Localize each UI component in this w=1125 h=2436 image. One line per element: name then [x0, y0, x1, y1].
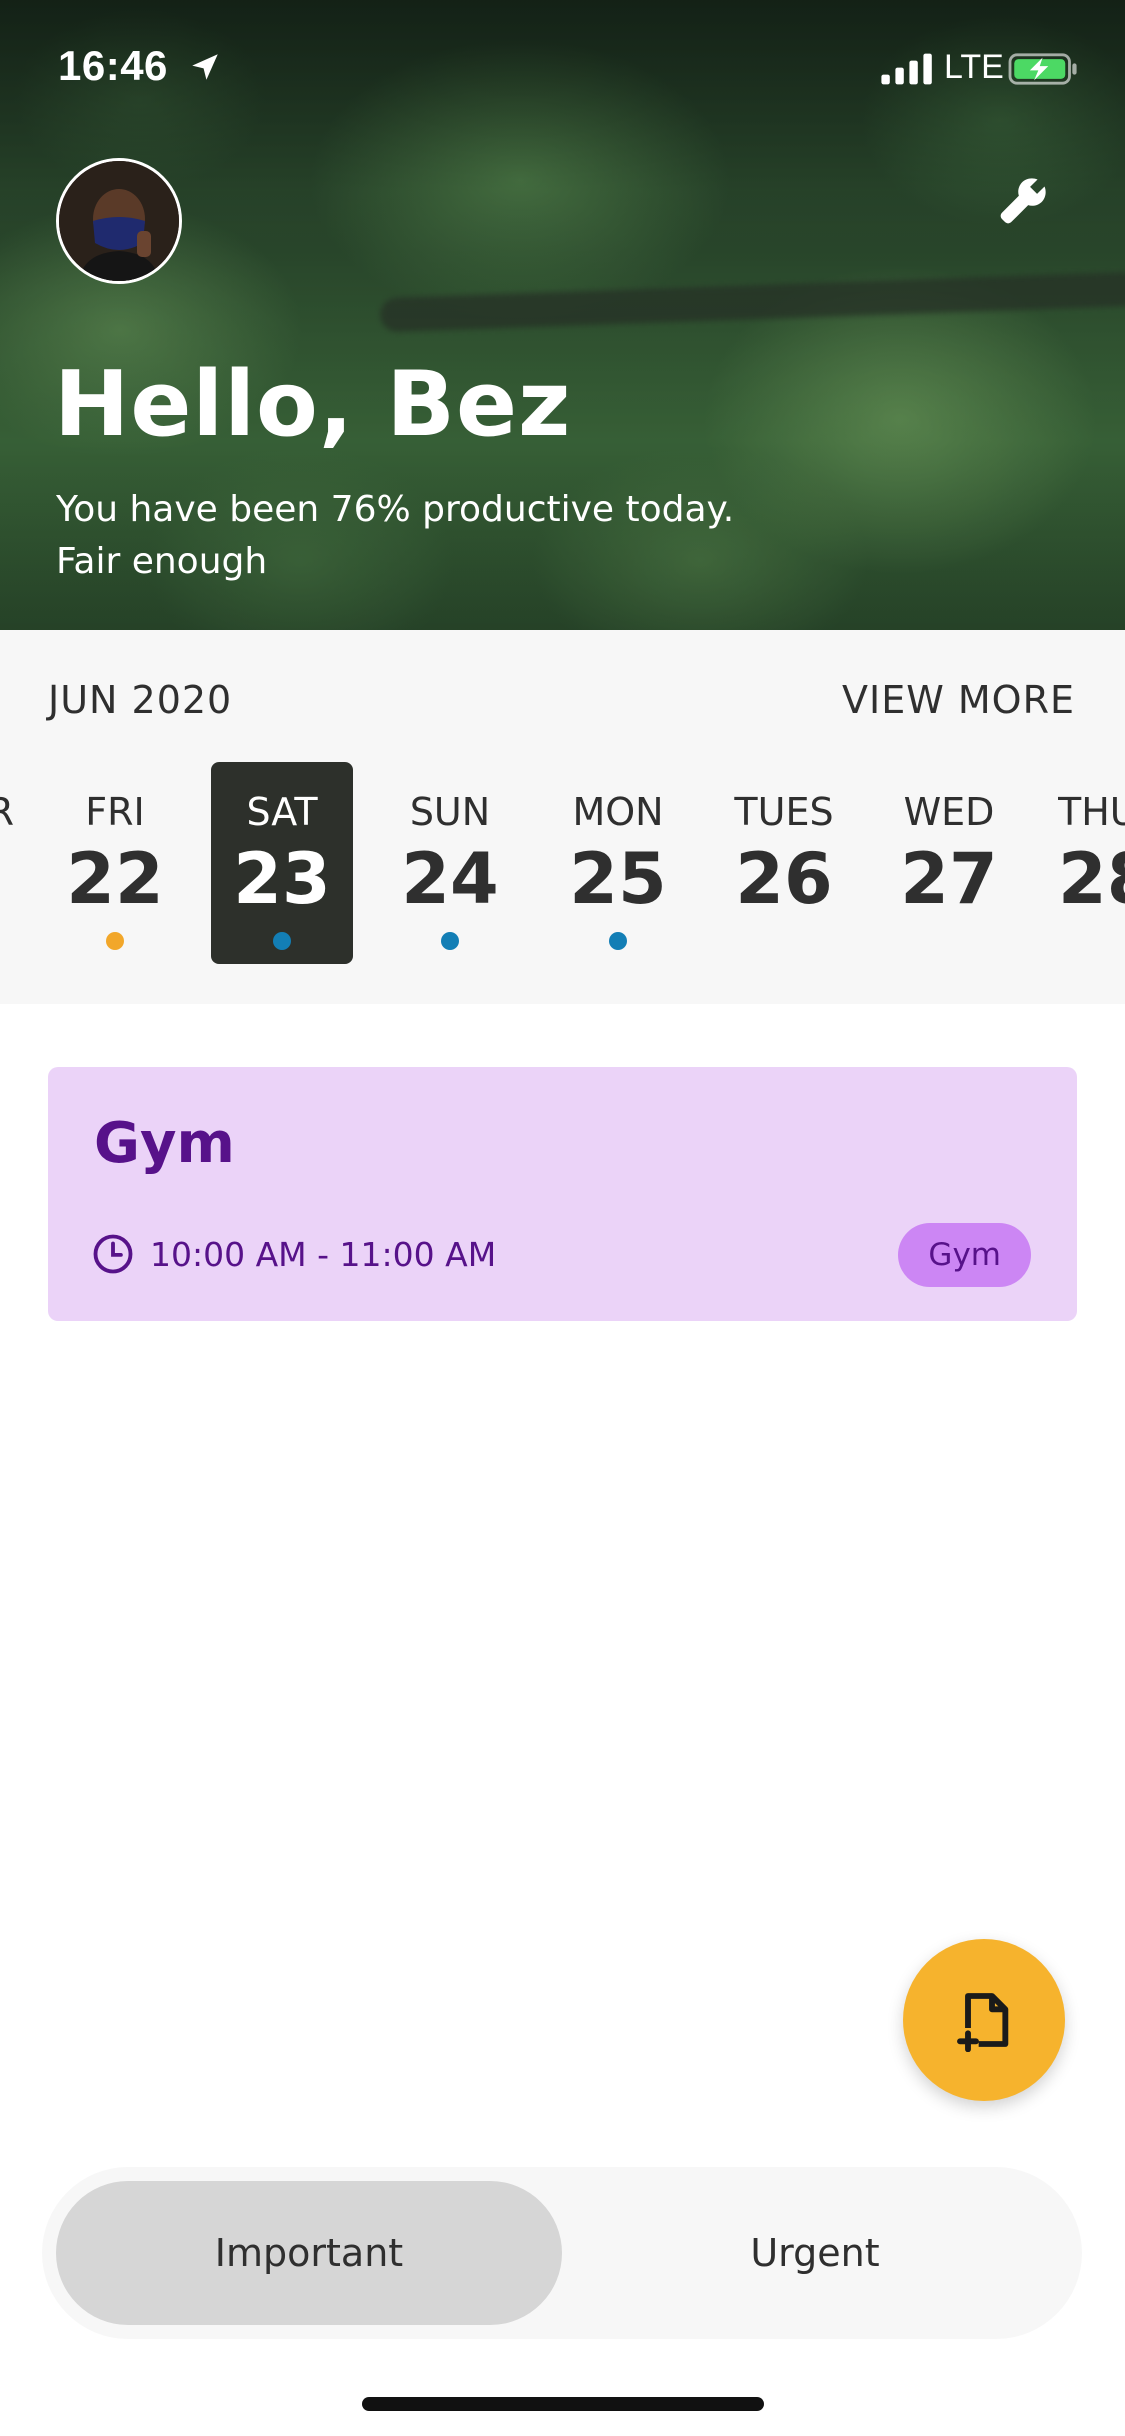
productivity-line: You have been 76% productive today.: [56, 489, 735, 530]
header-banner: 16:46 LTE Hello, Bez You have been 76% p…: [0, 0, 1125, 630]
greeting-title: Hello, Bez: [54, 352, 572, 457]
day-item-prev[interactable]: R: [0, 762, 14, 964]
day-name: WED: [903, 790, 995, 834]
tab-important[interactable]: Important: [56, 2181, 562, 2325]
day-name: SAT: [246, 790, 318, 834]
network-type: LTE: [944, 48, 1004, 86]
home-indicator[interactable]: [362, 2397, 764, 2411]
event-card[interactable]: Gym 10:00 AM - 11:00 AM Gym: [48, 1067, 1077, 1321]
event-dot: [441, 932, 459, 950]
week-calendar: JUN 2020 VIEW MORE R FRI 22 SAT 23 SUN 2…: [0, 630, 1125, 1004]
day-number: 25: [569, 838, 667, 920]
clock-icon: [93, 1234, 133, 1274]
new-document-icon: [957, 1993, 1009, 2052]
day-name: THU: [1058, 790, 1125, 834]
day-name: R: [0, 790, 14, 834]
day-name: MON: [572, 790, 664, 834]
day-name: TUES: [734, 790, 834, 834]
day-item-tues[interactable]: TUES 26: [713, 762, 855, 964]
battery-charging-icon: [1008, 53, 1077, 85]
day-number: 24: [401, 838, 499, 920]
day-item-sun[interactable]: SUN 24: [379, 762, 521, 964]
day-item-thu[interactable]: THU 28: [1058, 762, 1125, 964]
user-avatar[interactable]: [56, 158, 182, 284]
tab-urgent[interactable]: Urgent: [562, 2181, 1068, 2325]
day-number: 23: [233, 838, 331, 920]
day-name: SUN: [409, 790, 491, 834]
status-time: 16:46: [58, 42, 168, 89]
day-item-mon[interactable]: MON 25: [547, 762, 689, 964]
event-time: 10:00 AM - 11:00 AM: [150, 1235, 497, 1274]
view-more-button[interactable]: VIEW MORE: [842, 678, 1075, 722]
event-dot: [609, 932, 627, 950]
day-number: 26: [735, 838, 833, 920]
day-item-wed[interactable]: WED 27: [878, 762, 1020, 964]
wrench-icon[interactable]: [996, 172, 1052, 228]
avatar-portrait: [59, 161, 179, 281]
event-dot: [273, 932, 291, 950]
event-title: Gym: [94, 1111, 235, 1176]
productivity-summary: You have been 76% productive today. Fair…: [56, 484, 734, 588]
month-label: JUN 2020: [48, 678, 233, 722]
productivity-comment: Fair enough: [56, 541, 268, 582]
cellular-signal-icon: [881, 53, 932, 85]
event-tag-badge[interactable]: Gym: [898, 1223, 1031, 1287]
priority-tabs: Important Urgent: [42, 2167, 1082, 2339]
day-number: 27: [900, 838, 998, 920]
day-item-fri[interactable]: FRI 22: [44, 762, 186, 964]
add-task-button[interactable]: [903, 1939, 1065, 2101]
day-name: FRI: [85, 790, 145, 834]
day-number: 28: [1058, 838, 1125, 920]
day-item-sat[interactable]: SAT 23: [211, 762, 353, 964]
screen: 16:46 LTE Hello, Bez You have been 76% p…: [0, 0, 1125, 2436]
location-arrow-icon: [192, 54, 218, 80]
day-number: 22: [66, 838, 164, 920]
event-dot: [106, 932, 124, 950]
